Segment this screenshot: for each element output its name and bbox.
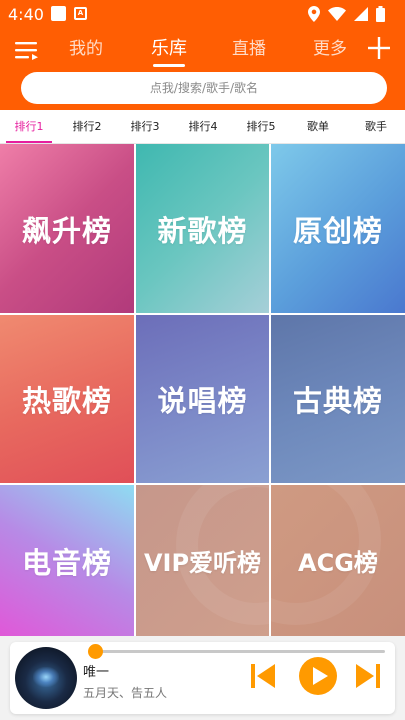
tile-rap-chart[interactable]: 说唱榜 bbox=[136, 315, 269, 483]
plus-icon[interactable] bbox=[367, 36, 391, 60]
tile-acg-chart[interactable]: ACG榜 bbox=[271, 485, 405, 636]
next-icon[interactable] bbox=[354, 662, 382, 690]
tile-classical-chart[interactable]: 古典榜 bbox=[271, 315, 405, 483]
tile-new-songs-chart[interactable]: 新歌榜 bbox=[136, 144, 269, 313]
nav-tab-more[interactable]: 更多 bbox=[305, 36, 355, 62]
tile-label: 飙升榜 bbox=[21, 213, 112, 248]
menu-icon[interactable] bbox=[15, 40, 39, 60]
category-tabs: 排行1 排行2 排行3 排行4 排行5 歌单 歌手 bbox=[0, 110, 405, 144]
tab-rank2[interactable]: 排行2 bbox=[58, 110, 116, 144]
tab-rank3[interactable]: 排行3 bbox=[116, 110, 174, 144]
nav-tab-live[interactable]: 直播 bbox=[224, 36, 274, 62]
tile-label: 原创榜 bbox=[292, 213, 383, 248]
tile-vip-chart[interactable]: VIP爱听榜 bbox=[136, 485, 269, 636]
tile-label: 说唱榜 bbox=[157, 384, 248, 418]
signal-icon bbox=[354, 7, 368, 21]
tile-soaring-chart[interactable]: 飙升榜 bbox=[0, 144, 134, 313]
song-title: 唯一 bbox=[83, 665, 110, 680]
category-active-underline bbox=[6, 141, 52, 143]
battery-icon bbox=[376, 6, 385, 22]
tab-rank1[interactable]: 排行1 bbox=[0, 110, 58, 144]
status-icons bbox=[308, 6, 385, 22]
top-nav: 我的 乐库 直播 更多 bbox=[0, 34, 405, 67]
album-cover[interactable] bbox=[15, 647, 77, 709]
status-bar: 4:40 A bbox=[0, 0, 405, 30]
search-input[interactable]: 点我/搜索/歌手/歌名 bbox=[21, 72, 387, 104]
tile-original-chart[interactable]: 原创榜 bbox=[271, 144, 405, 313]
tile-hot-songs-chart[interactable]: 热歌榜 bbox=[0, 315, 134, 483]
player-card[interactable]: 唯一 五月天、告五人 bbox=[10, 642, 395, 714]
tab-singers[interactable]: 歌手 bbox=[347, 110, 405, 144]
tile-label: VIP爱听榜 bbox=[143, 549, 262, 577]
tile-label: 新歌榜 bbox=[157, 213, 248, 248]
location-icon bbox=[308, 6, 320, 22]
chart-grid: 飙升榜 新歌榜 原创榜 热歌榜 说唱榜 古典榜 电音榜 VIP爱听榜 ACG榜 bbox=[0, 144, 405, 636]
header: 4:40 A 我的 乐库 直播 更多 点我/搜索/歌手/歌名 bbox=[0, 0, 405, 110]
progress-knob[interactable] bbox=[87, 644, 103, 659]
tile-label: 古典榜 bbox=[292, 384, 383, 418]
nav-active-underline bbox=[153, 64, 185, 67]
tile-label: 热歌榜 bbox=[21, 384, 112, 418]
previous-icon[interactable] bbox=[249, 662, 277, 690]
nav-tab-mine[interactable]: 我的 bbox=[61, 36, 111, 62]
progress-bar[interactable] bbox=[87, 644, 385, 659]
notification-square-icon bbox=[51, 6, 66, 21]
cover-stage-light bbox=[33, 667, 59, 687]
tab-rank4[interactable]: 排行4 bbox=[174, 110, 232, 144]
a-box-icon: A bbox=[74, 7, 87, 20]
tile-electronic-chart[interactable]: 电音榜 bbox=[0, 485, 134, 636]
play-icon[interactable] bbox=[299, 657, 337, 695]
music-app: 4:40 A 我的 乐库 直播 更多 点我/搜索/歌手/歌名 排行1 排行2 排… bbox=[0, 0, 405, 720]
tab-rank5[interactable]: 排行5 bbox=[232, 110, 290, 144]
tile-label: 电音榜 bbox=[21, 545, 112, 580]
nav-tab-library[interactable]: 乐库 bbox=[144, 36, 194, 62]
song-artist: 五月天、告五人 bbox=[83, 686, 168, 700]
wifi-icon bbox=[328, 7, 346, 21]
tile-label: ACG榜 bbox=[298, 549, 378, 577]
status-time: 4:40 bbox=[8, 5, 44, 24]
mini-player: 唯一 五月天、告五人 bbox=[0, 636, 405, 720]
tab-playlists[interactable]: 歌单 bbox=[289, 110, 347, 144]
